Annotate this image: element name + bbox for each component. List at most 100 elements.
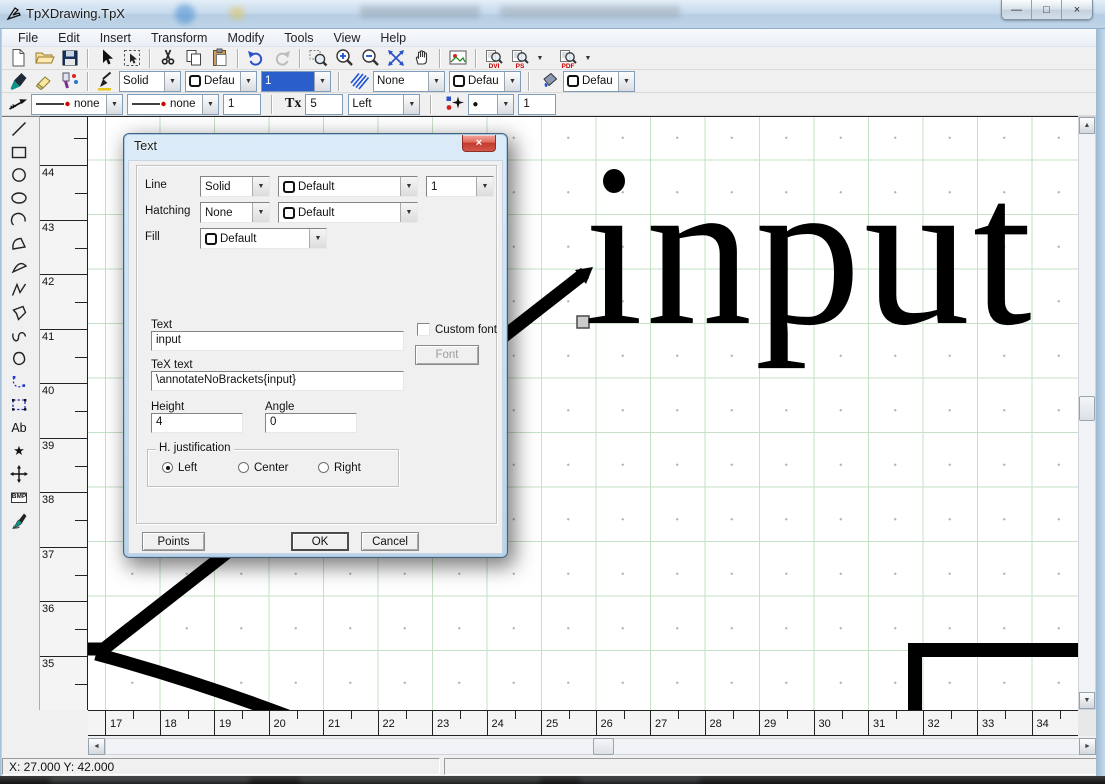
zoom-in-icon[interactable] — [331, 48, 357, 69]
line-tool-icon[interactable] — [3, 117, 35, 140]
text-tool-icon[interactable]: Ab — [3, 416, 35, 439]
dialog-hatching-color-combo[interactable]: Default▼ — [278, 202, 418, 223]
horizontal-scrollbar[interactable]: ◄ ► — [0, 736, 1096, 757]
minimize-button[interactable]: — — [1002, 0, 1032, 19]
dialog-line-color-combo[interactable]: Default▼ — [278, 176, 418, 197]
radio-right[interactable]: Right — [318, 462, 361, 474]
hatching-style-combo[interactable]: None▼ — [373, 71, 445, 92]
preview-pdf-icon[interactable]: PDF — [555, 48, 581, 69]
chevron-down-icon[interactable]: ▼ — [428, 72, 444, 91]
point-style-combo[interactable]: ●▼ — [468, 94, 514, 115]
curve-tool-icon[interactable] — [3, 324, 35, 347]
closed-curve-tool-icon[interactable] — [3, 347, 35, 370]
fill-bucket-icon[interactable] — [537, 71, 563, 92]
menu-edit[interactable]: Edit — [48, 30, 90, 46]
arrow-begin-combo[interactable]: none▼ — [31, 94, 123, 115]
point-size-field[interactable]: 1 — [518, 94, 556, 115]
polygon-tool-icon[interactable] — [3, 301, 35, 324]
arc-tool-icon[interactable] — [3, 209, 35, 232]
menu-file[interactable]: File — [8, 30, 48, 46]
bitmap-tool-icon[interactable]: BMP — [3, 485, 35, 508]
menu-modify[interactable]: Modify — [217, 30, 274, 46]
chevron-down-icon[interactable]: ▼ — [400, 177, 417, 196]
redo-icon[interactable] — [269, 48, 295, 69]
radio-left[interactable]: Left — [162, 462, 197, 474]
chevron-down-icon[interactable]: ▼ — [314, 72, 330, 91]
points-button[interactable]: Points — [142, 532, 205, 551]
preview-pdf-dropdown-icon[interactable]: ▼ — [581, 48, 595, 69]
chevron-down-icon[interactable]: ▼ — [164, 72, 180, 91]
arrow-size-field[interactable]: 1 — [223, 94, 261, 115]
menu-tools[interactable]: Tools — [274, 30, 323, 46]
menu-help[interactable]: Help — [370, 30, 416, 46]
preview-ps-dropdown-icon[interactable]: ▼ — [533, 48, 547, 69]
menu-transform[interactable]: Transform — [141, 30, 218, 46]
closed-bezier-tool-icon[interactable] — [3, 393, 35, 416]
text-field[interactable]: input — [151, 331, 404, 351]
dialog-fill-color-combo[interactable]: Default▼ — [200, 228, 327, 249]
picture-preview-icon[interactable] — [445, 48, 471, 69]
chevron-down-icon[interactable]: ▼ — [497, 95, 513, 114]
select-icon[interactable] — [93, 48, 119, 69]
vertical-scrollbar[interactable]: ▲ ▼ — [1078, 116, 1096, 710]
hatching-color-combo[interactable]: Defau▼ — [449, 71, 521, 92]
chevron-down-icon[interactable]: ▼ — [309, 229, 326, 248]
zoom-window-icon[interactable] — [305, 48, 331, 69]
chevron-down-icon[interactable]: ▼ — [400, 203, 417, 222]
chevron-down-icon[interactable]: ▼ — [252, 177, 269, 196]
dialog-line-style-combo[interactable]: Solid▼ — [200, 176, 270, 197]
scroll-right-button[interactable]: ► — [1079, 738, 1096, 755]
line-width-combo[interactable]: 1▼ — [261, 71, 331, 92]
maximize-button[interactable]: □ — [1032, 0, 1062, 19]
menu-view[interactable]: View — [323, 30, 370, 46]
scroll-left-button[interactable]: ◄ — [88, 738, 105, 755]
line-pen-icon[interactable] — [93, 71, 119, 92]
menu-insert[interactable]: Insert — [90, 30, 141, 46]
paste-icon[interactable] — [207, 48, 233, 69]
point-marker-icon[interactable] — [442, 94, 468, 115]
chevron-down-icon[interactable]: ▼ — [476, 177, 493, 196]
symbol-tool-icon[interactable] — [3, 462, 35, 485]
select-area-icon[interactable] — [119, 48, 145, 69]
vscroll-thumb[interactable] — [1079, 396, 1095, 421]
fill-color-combo[interactable]: Defau▼ — [563, 71, 635, 92]
chevron-down-icon[interactable]: ▼ — [240, 72, 256, 91]
dialog-line-width-combo[interactable]: 1▼ — [426, 176, 494, 197]
freehand-tool-icon[interactable] — [3, 508, 35, 531]
tex-text-field[interactable]: \annotateNoBrackets{input} — [151, 371, 404, 391]
custom-font-checkbox[interactable] — [417, 323, 430, 336]
zoom-all-icon[interactable] — [383, 48, 409, 69]
hscroll-thumb[interactable] — [593, 738, 614, 755]
bezier-path-tool-icon[interactable] — [3, 370, 35, 393]
angle-field[interactable]: 0 — [265, 413, 357, 433]
segment-tool-icon[interactable] — [3, 255, 35, 278]
hatching-icon[interactable] — [347, 71, 373, 92]
rectangle-tool-icon[interactable] — [3, 140, 35, 163]
ok-button[interactable]: OK — [291, 532, 349, 551]
open-icon[interactable] — [31, 48, 57, 69]
line-style-combo[interactable]: Solid▼ — [119, 71, 181, 92]
preview-ps-icon[interactable]: PS — [507, 48, 533, 69]
polyline-tool-icon[interactable] — [3, 278, 35, 301]
circle-tool-icon[interactable] — [3, 163, 35, 186]
eraser-icon[interactable] — [31, 71, 57, 92]
cancel-button[interactable]: Cancel — [361, 532, 419, 551]
dialog-hatching-style-combo[interactable]: None▼ — [200, 202, 270, 223]
height-field[interactable]: 4 — [151, 413, 243, 433]
zoom-out-icon[interactable] — [357, 48, 383, 69]
text-height-field[interactable]: 5 — [305, 94, 343, 115]
format-painter-icon[interactable] — [57, 71, 83, 92]
undo-icon[interactable] — [243, 48, 269, 69]
cut-icon[interactable] — [155, 48, 181, 69]
arrow-tool-icon[interactable] — [5, 94, 31, 115]
new-icon[interactable] — [5, 48, 31, 69]
copy-icon[interactable] — [181, 48, 207, 69]
star-tool-icon[interactable]: ★ — [3, 439, 35, 462]
chevron-down-icon[interactable]: ▼ — [252, 203, 269, 222]
sector-tool-icon[interactable] — [3, 232, 35, 255]
radio-center[interactable]: Center — [238, 462, 289, 474]
ellipse-tool-icon[interactable] — [3, 186, 35, 209]
scroll-down-button[interactable]: ▼ — [1079, 692, 1095, 709]
arrow-end-combo[interactable]: none▼ — [127, 94, 219, 115]
chevron-down-icon[interactable]: ▼ — [202, 95, 218, 114]
